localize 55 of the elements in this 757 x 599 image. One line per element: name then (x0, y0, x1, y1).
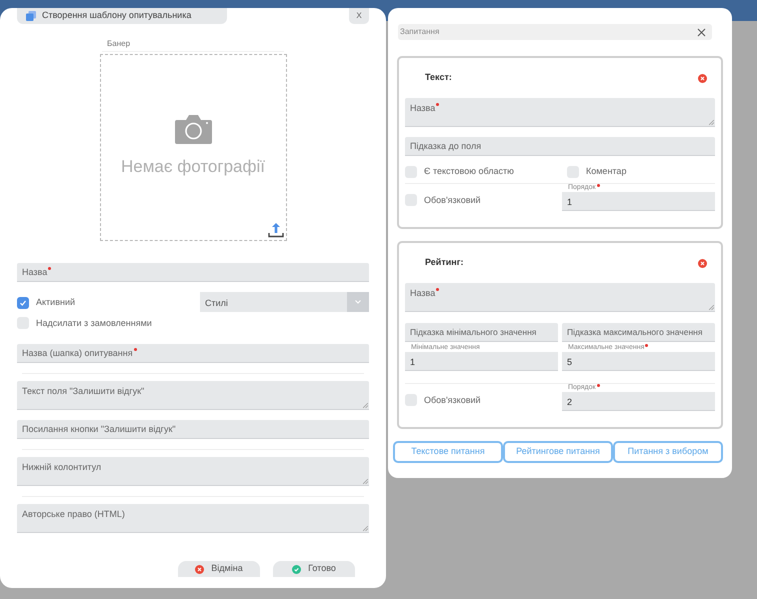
checkbox[interactable] (567, 166, 579, 178)
input-field[interactable]: Назва (шапка) опитування (17, 344, 369, 363)
checkbox[interactable] (405, 394, 417, 406)
checkbox-label: Є текстовою областю (424, 165, 514, 178)
checkbox[interactable] (17, 317, 29, 330)
input-field[interactable]: Підказка до поля (405, 137, 715, 156)
add-question-button[interactable]: Рейтингове питання (503, 441, 613, 463)
cancel-icon (195, 564, 204, 574)
cancel-button[interactable]: Відміна (178, 561, 260, 577)
upload-icon (268, 222, 284, 238)
checkbox-label: Коментар (586, 165, 626, 178)
close-button[interactable] (697, 28, 706, 36)
input-field[interactable]: 5 (562, 352, 715, 371)
check-icon (292, 564, 302, 574)
checkbox-label: Надсилати з замовленнями (36, 316, 152, 330)
copy-icon (26, 11, 36, 21)
remove-icon (698, 258, 707, 268)
add-question-button[interactable]: Текстове питання (393, 441, 503, 463)
checkbox[interactable] (405, 194, 417, 206)
text-area[interactable]: Нижній колонтитул (17, 457, 369, 486)
checkbox-label: Обов'язковий (424, 194, 481, 206)
camera-icon (174, 113, 212, 144)
checkbox[interactable] (17, 296, 29, 309)
resize-handle-icon (363, 479, 368, 484)
text-area[interactable]: Текст поля "Залишити відгук" (17, 381, 369, 410)
resize-handle-icon (363, 403, 368, 408)
question-title: Рейтинг: (425, 256, 464, 270)
input-field[interactable]: 2 (562, 392, 715, 411)
input-field[interactable]: 1 (562, 192, 715, 211)
remove-icon (698, 74, 707, 82)
resize-handle-icon (363, 526, 368, 531)
no-photo-text: Немає фотографії (121, 156, 265, 178)
close-button[interactable]: X (349, 8, 369, 24)
input-field[interactable]: 1 (405, 352, 558, 371)
input-field[interactable]: Підказка максимального значення (562, 323, 715, 342)
done-button[interactable]: Готово (273, 561, 355, 577)
checkbox-label: Активний (36, 296, 75, 309)
input-field[interactable]: Назва (17, 263, 369, 282)
chevron-down-icon (355, 300, 361, 304)
resize-handle-icon (709, 305, 714, 310)
add-question-button[interactable]: Питання з вибором (613, 441, 723, 463)
banner-label: Банер (102, 38, 284, 52)
text-area[interactable]: Назва (405, 98, 715, 127)
question-title: Текст: (425, 71, 452, 84)
input-field[interactable]: Посилання кнопки "Залишити відгук" (17, 420, 369, 439)
dialog-title: Створення шаблону опитувальника (42, 9, 192, 22)
dropdown[interactable]: Стилі (200, 292, 369, 312)
checkbox-label: Обов'язковий (424, 394, 481, 406)
text-area[interactable]: Авторське право (HTML) (17, 504, 369, 533)
dialog-title: Запитання (400, 26, 440, 38)
checkbox[interactable] (405, 166, 417, 178)
resize-handle-icon (709, 120, 714, 125)
check-icon (19, 298, 27, 307)
input-field[interactable]: Підказка мінімального значення (405, 323, 558, 342)
text-area[interactable]: Назва (405, 283, 715, 312)
